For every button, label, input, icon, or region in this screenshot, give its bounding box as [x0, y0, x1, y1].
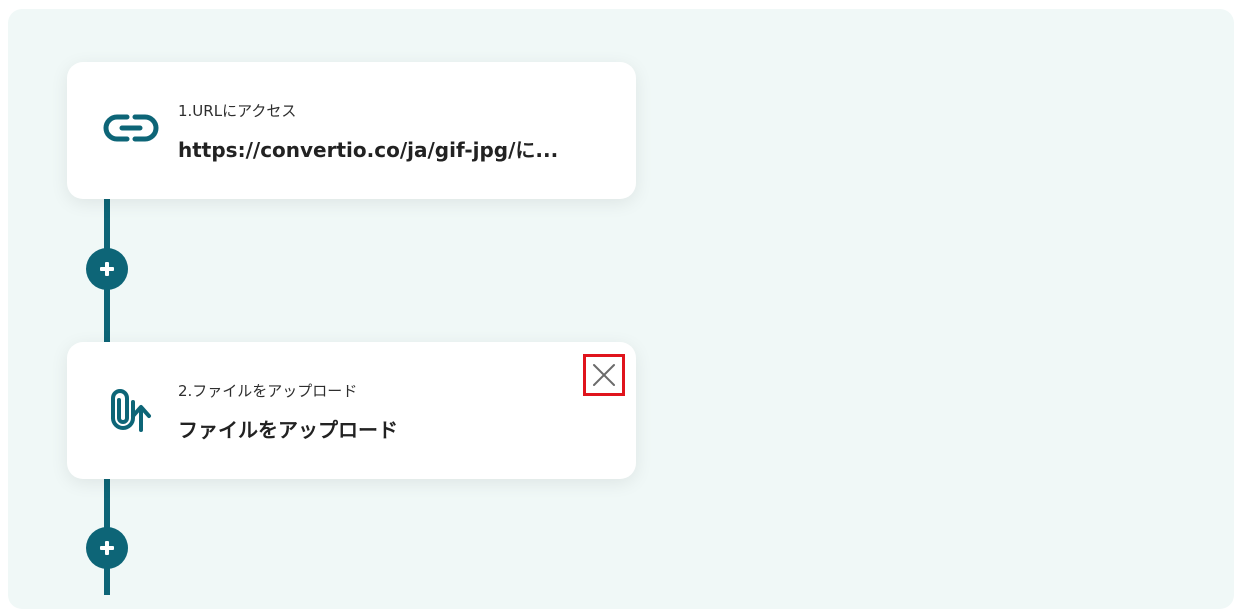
step-title: ファイルをアップロード [178, 418, 398, 442]
step-card-access-url[interactable]: 1.URLにアクセス https://convertio.co/ja/gif-j… [67, 62, 636, 199]
paperclip-upload-icon [101, 378, 161, 438]
step-subtitle: 2.ファイルをアップロード [178, 382, 358, 400]
step-subtitle: 1.URLにアクセス [178, 102, 297, 120]
close-icon [593, 364, 615, 386]
link-icon [101, 98, 161, 158]
add-step-button[interactable] [86, 248, 128, 290]
delete-step-button[interactable] [583, 354, 625, 396]
step-title: https://convertio.co/ja/gif-jpg/に... [178, 138, 559, 162]
step-card-upload-file[interactable]: 2.ファイルをアップロード ファイルをアップロード [67, 342, 636, 479]
add-step-button[interactable] [86, 527, 128, 569]
